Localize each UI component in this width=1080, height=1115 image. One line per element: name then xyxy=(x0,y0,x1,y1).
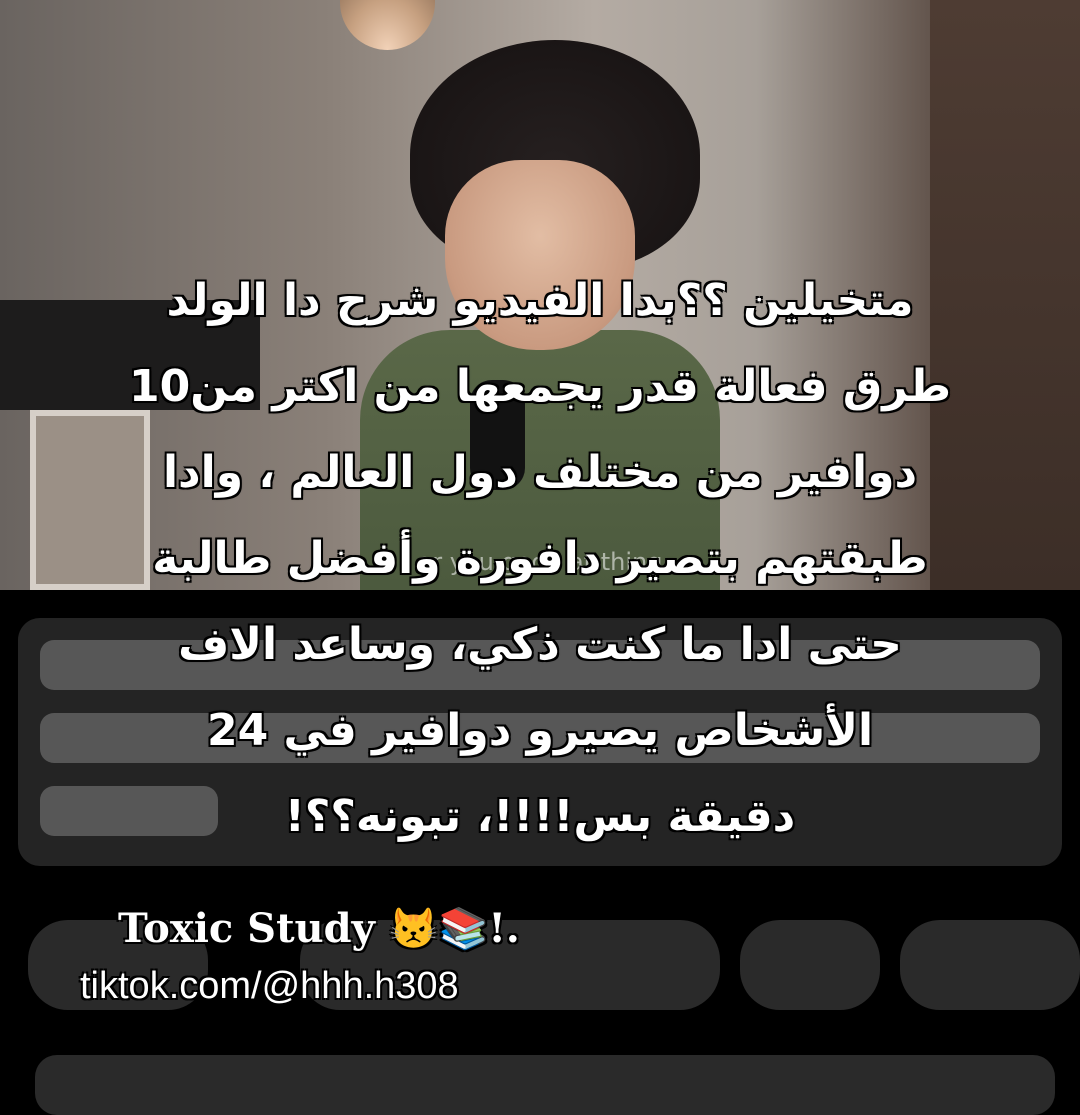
placeholder-pill xyxy=(900,920,1080,1010)
watermark-handle: tiktok.com/@hhh.h308 xyxy=(80,965,459,1007)
caption-line: الأشخاص يصيرو دوافير في 24 xyxy=(206,705,874,756)
watermark-name: Toxic Study 😾📚!. xyxy=(118,905,520,952)
caption-line: دقيقة بس!!!!، تبونه؟؟! xyxy=(284,791,796,842)
caption-overlay: متخيلين ؟؟بدا الفيديو شرح دا الولد طرق ف… xyxy=(90,258,990,860)
placeholder-bar xyxy=(35,1055,1055,1115)
caption-line: متخيلين ؟؟بدا الفيديو شرح دا الولد xyxy=(166,275,914,326)
caption-line: حتى ادا ما كنت ذكي، وساعد الاف xyxy=(178,619,902,670)
placeholder-pill xyxy=(740,920,880,1010)
ceiling-lamp xyxy=(340,0,435,50)
caption-line: طرق فعالة قدر يجمعها من اكتر من10 xyxy=(128,361,952,412)
caption-line: طبقتهم بتصير دافورة وأفضل طالبة xyxy=(152,533,928,584)
caption-line: دوافير من مختلف دول العالم ، وادا xyxy=(162,447,918,498)
